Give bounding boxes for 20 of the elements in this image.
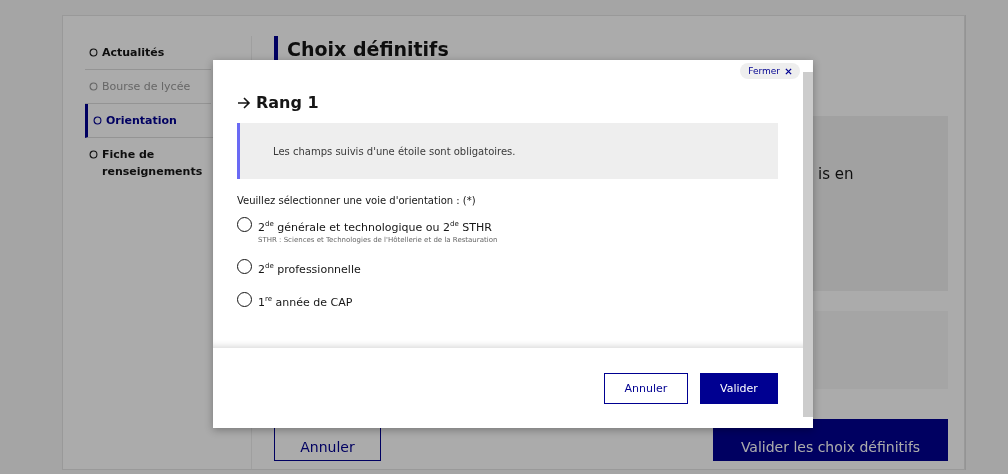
notice-text: Les champs suivis d'une étoile sont obligatoires. <box>273 145 516 157</box>
option-label: 2$^{de}$ professionnelle <box>258 260 361 278</box>
close-button[interactable]: Fermer <box>740 63 800 79</box>
circle-icon <box>89 150 98 159</box>
question-label: Veuillez sélectionner une voie d'orientation : (*) <box>237 195 477 206</box>
panel-text: is en <box>818 165 854 183</box>
cancel-button[interactable]: Annuler <box>604 372 688 404</box>
submit-button[interactable]: Valider <box>700 372 778 404</box>
scrollbar[interactable] <box>803 72 813 417</box>
option-label: 1$^{re}$ année de CAP <box>258 294 353 311</box>
modal-title: Rang 1 <box>256 93 319 112</box>
sidebar-item[interactable]: Actualités <box>85 36 211 70</box>
circle-icon <box>93 116 102 125</box>
circle-icon <box>89 82 98 91</box>
close-icon <box>785 67 792 75</box>
submit-button[interactable]: Valider les choix définitifs <box>713 419 948 461</box>
circle-icon <box>89 48 98 57</box>
option-label: 2$^{de}$ générale et technologique ou 2$^{de}$ STHR <box>258 219 493 236</box>
arrow-icon <box>237 95 251 110</box>
sidebar-item[interactable]: Fiche de renseignements <box>85 138 211 188</box>
